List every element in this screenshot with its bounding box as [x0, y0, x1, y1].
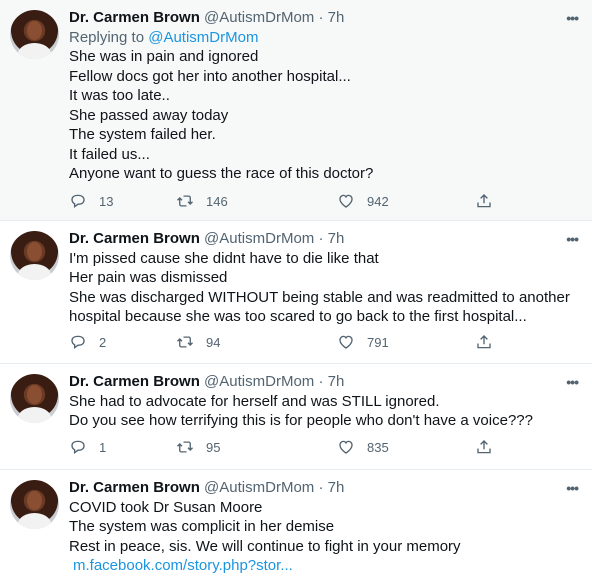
avatar[interactable]: [10, 374, 59, 423]
author-name[interactable]: Dr. Carmen Brown: [69, 9, 200, 26]
retweet-count: 146: [206, 193, 228, 209]
more-options-icon[interactable]: •••: [566, 10, 579, 26]
tweet-header: Dr. Carmen Brown @AutismDrMom · 7h: [69, 229, 574, 249]
tweet-header: Dr. Carmen Brown @AutismDrMom · 7h: [69, 372, 574, 392]
author-name[interactable]: Dr. Carmen Brown: [69, 373, 200, 390]
tweet-line: She was discharged WITHOUT being stable …: [69, 288, 570, 306]
reply-button[interactable]: 2: [69, 333, 106, 351]
tweet-line: COVID took Dr Susan Moore: [69, 498, 263, 516]
reply-button[interactable]: 1: [69, 438, 106, 456]
tweet-line: hospital because she was too scared to g…: [69, 308, 527, 325]
retweet-button[interactable]: 94: [176, 333, 220, 351]
tweet-actions: 13 146 942: [69, 192, 572, 212]
tweet-line: It failed us...: [69, 145, 150, 163]
tweet-line: Fellow docs got her into another hospita…: [69, 67, 351, 85]
tweet-text: I'm pissed cause she didnt have to die l…: [69, 249, 574, 327]
retweet-button[interactable]: 146: [176, 192, 228, 210]
tweet-line: It was too late..: [69, 87, 170, 104]
reply-button[interactable]: 13: [69, 192, 113, 210]
reply-count: 1: [99, 439, 107, 455]
like-button[interactable]: 942: [337, 192, 389, 210]
tweet-line: Do you see how terrifying this is for pe…: [69, 412, 533, 429]
tweet[interactable]: Dr. Carmen Brown @AutismDrMom · 7h COVID…: [0, 470, 592, 582]
heart-icon: [339, 440, 353, 454]
tweet-time[interactable]: · 7h: [318, 230, 344, 247]
like-button[interactable]: 835: [337, 438, 389, 456]
retweet-icon: [177, 441, 193, 453]
tweet-line: Her pain was dismissed: [69, 269, 228, 286]
share-button[interactable]: [475, 438, 493, 456]
retweet-button[interactable]: 95: [176, 438, 220, 456]
like-count: 791: [367, 334, 389, 350]
share-icon: [477, 335, 491, 349]
share-icon: [477, 440, 491, 454]
author-handle[interactable]: @AutismDrMom: [204, 479, 314, 496]
replying-line: Replying to @AutismDrMom: [69, 28, 574, 48]
tweet-text: COVID took Dr Susan Moore The system was…: [69, 498, 574, 576]
retweet-count: 94: [206, 334, 221, 350]
tweet-line: The system failed her.: [69, 126, 216, 143]
tweet-line: She had to advocate for herself and was …: [69, 392, 440, 410]
tweet-line: The system was complicit in her demise: [69, 518, 335, 535]
tweet-line: Anyone want to guess the race of this do…: [69, 165, 374, 182]
author-name[interactable]: Dr. Carmen Brown: [69, 230, 200, 247]
tweet-text: She was in pain and ignored Fellow docs …: [69, 47, 574, 184]
reply-icon: [71, 194, 85, 208]
tweet-actions: 2 94 791: [69, 333, 572, 353]
author-handle[interactable]: @AutismDrMom: [204, 9, 314, 26]
tweet[interactable]: Dr. Carmen Brown @AutismDrMom · 7h Reply…: [0, 0, 592, 221]
tweet-header: Dr. Carmen Brown @AutismDrMom · 7h: [69, 8, 574, 28]
tweet-time[interactable]: · 7h: [318, 9, 344, 26]
like-count: 835: [367, 439, 389, 455]
heart-icon: [339, 335, 353, 349]
reply-count: 13: [99, 193, 114, 209]
tweet-line: Rest in peace, sis. We will continue to …: [69, 537, 461, 555]
reply-icon: [71, 335, 85, 349]
tweet[interactable]: Dr. Carmen Brown @AutismDrMom · 7h She h…: [0, 364, 592, 470]
replying-handle-link[interactable]: @AutismDrMom: [148, 29, 258, 46]
tweet-time[interactable]: · 7h: [318, 479, 344, 496]
reply-icon: [71, 440, 85, 454]
like-count: 942: [367, 193, 389, 209]
tweet-line: She was in pain and ignored: [69, 48, 259, 65]
retweet-count: 95: [206, 439, 221, 455]
more-options-icon[interactable]: •••: [566, 231, 579, 247]
share-button[interactable]: [475, 333, 493, 351]
external-link[interactable]: m.facebook.com/story.php?stor...: [73, 557, 293, 574]
retweet-icon: [177, 336, 193, 348]
tweet[interactable]: Dr. Carmen Brown @AutismDrMom · 7h I'm p…: [0, 221, 592, 364]
tweet-line: She passed away today: [69, 106, 229, 124]
author-name[interactable]: Dr. Carmen Brown: [69, 479, 200, 496]
more-options-icon[interactable]: •••: [566, 480, 579, 496]
heart-icon: [339, 194, 353, 208]
author-handle[interactable]: @AutismDrMom: [204, 373, 314, 390]
author-handle[interactable]: @AutismDrMom: [204, 230, 314, 247]
avatar[interactable]: [10, 10, 59, 59]
share-icon: [477, 194, 491, 208]
tweet-header: Dr. Carmen Brown @AutismDrMom · 7h: [69, 478, 574, 498]
retweet-icon: [177, 195, 193, 207]
tweet-text: She had to advocate for herself and was …: [69, 392, 574, 431]
replying-prefix: Replying to: [69, 28, 145, 46]
tweet-time[interactable]: · 7h: [318, 373, 344, 390]
avatar[interactable]: [10, 231, 59, 280]
share-button[interactable]: [475, 192, 493, 210]
tweet-line: I'm pissed cause she didnt have to die l…: [69, 249, 379, 267]
reply-count: 2: [99, 334, 107, 350]
avatar[interactable]: [10, 480, 59, 529]
more-options-icon[interactable]: •••: [566, 374, 579, 390]
tweet-actions: 1 95 835: [69, 438, 572, 458]
like-button[interactable]: 791: [337, 333, 389, 351]
